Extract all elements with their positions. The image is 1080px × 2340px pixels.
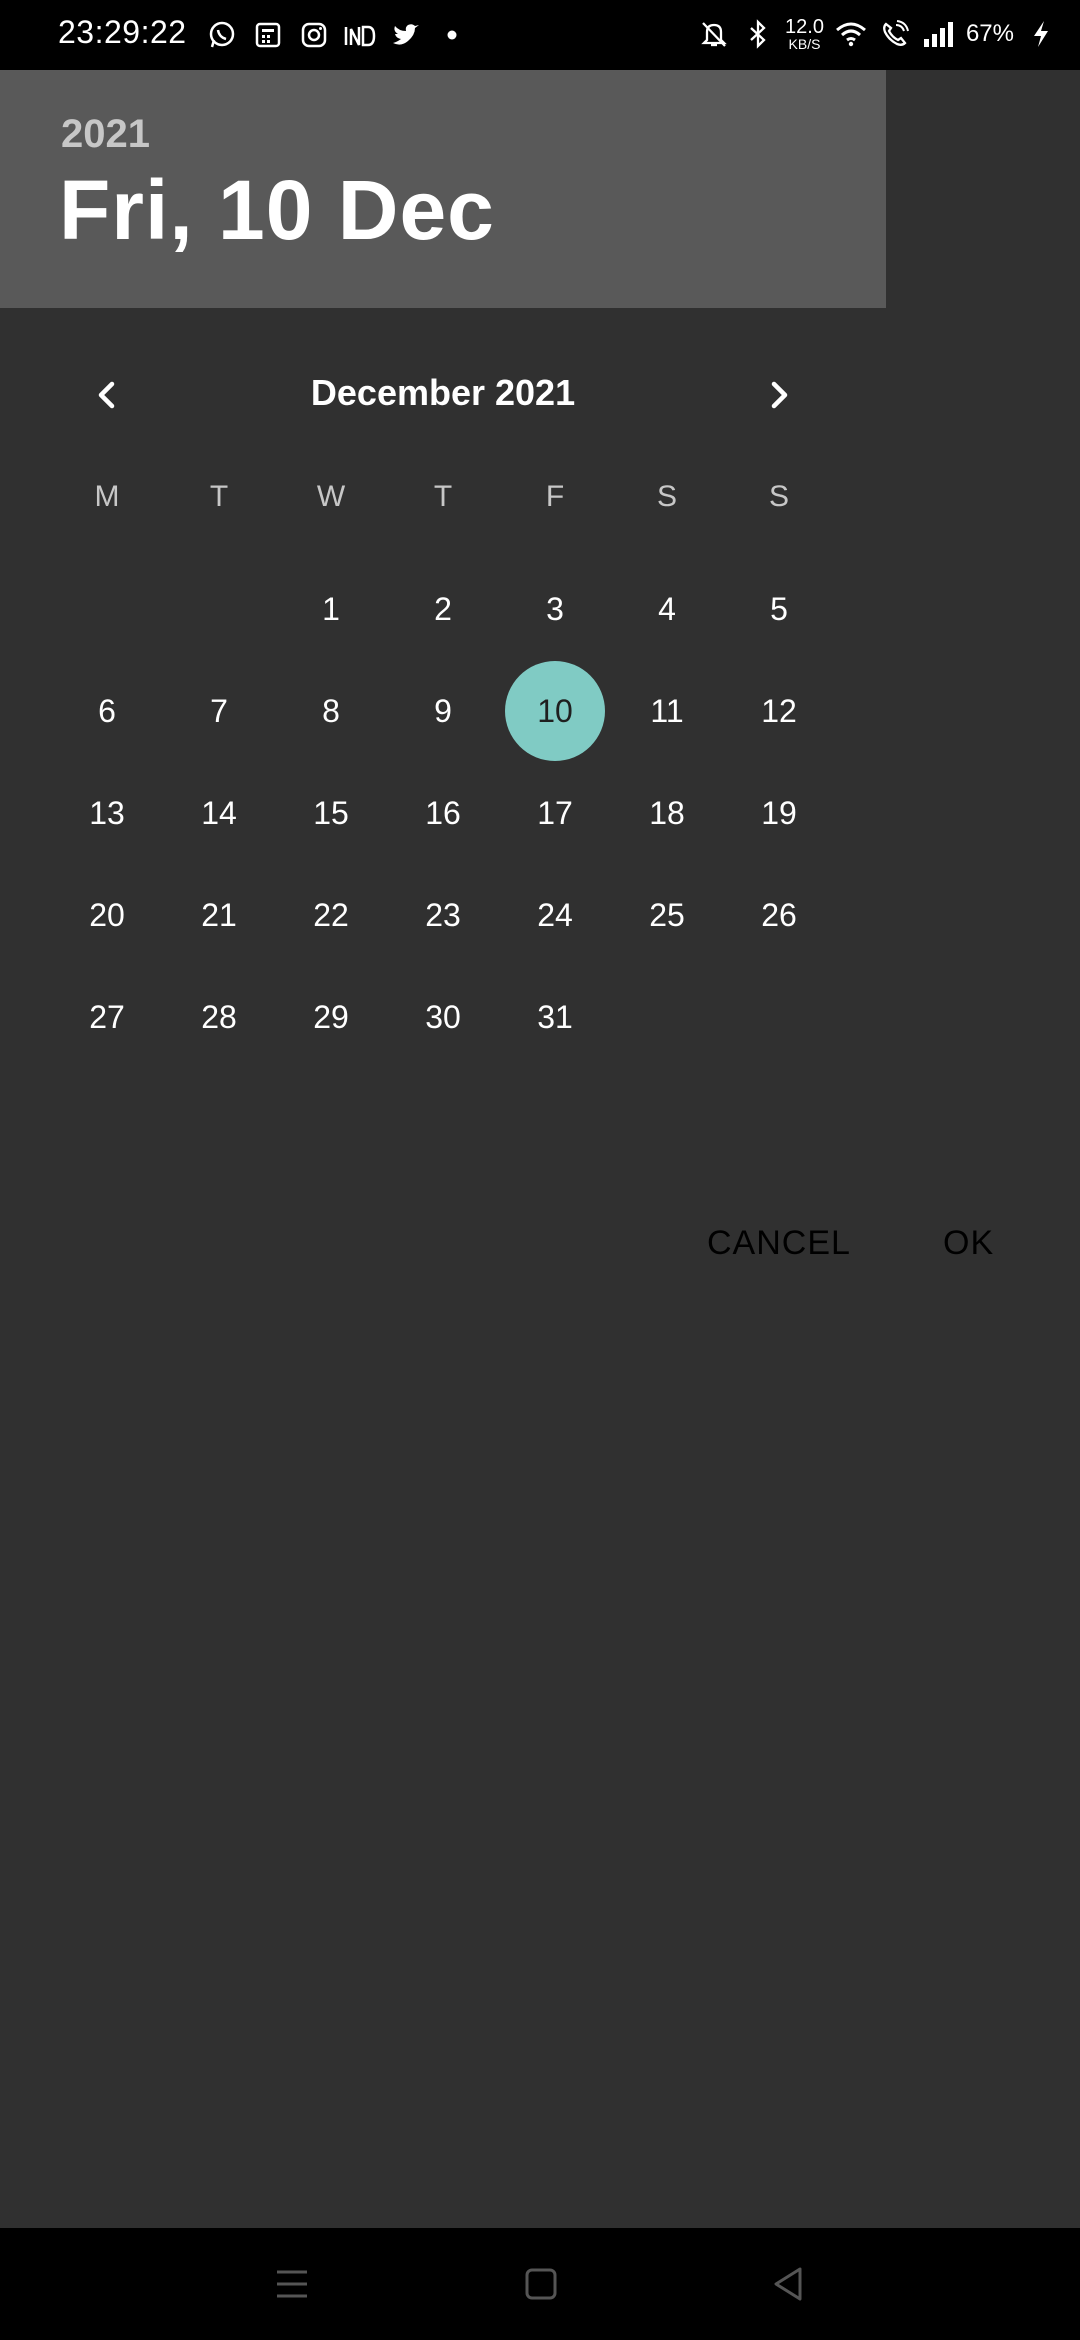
calendar-day[interactable]: 12 bbox=[729, 661, 829, 761]
dialog-actions: CANCEL OK bbox=[0, 1210, 1080, 1290]
bluetooth-icon bbox=[741, 17, 775, 51]
calendar-day[interactable]: 28 bbox=[169, 967, 269, 1067]
calculator-icon bbox=[251, 18, 285, 52]
twitter-icon bbox=[389, 18, 423, 52]
network-speed-unit: KB/S bbox=[788, 36, 821, 52]
weekday-label: T bbox=[209, 480, 229, 513]
calendar-day[interactable]: 1 bbox=[281, 559, 381, 659]
instagram-icon bbox=[297, 18, 331, 52]
cancel-button[interactable]: CANCEL bbox=[707, 1224, 851, 1263]
calendar-day[interactable]: 9 bbox=[393, 661, 493, 761]
ok-button[interactable]: OK bbox=[943, 1224, 994, 1263]
weekday-label: M bbox=[94, 480, 120, 513]
calendar-day[interactable]: 22 bbox=[281, 865, 381, 965]
month-navigation: December 2021 bbox=[0, 340, 886, 450]
home-button[interactable] bbox=[511, 2254, 571, 2314]
calendar-day[interactable]: 16 bbox=[393, 763, 493, 863]
next-month-button[interactable] bbox=[744, 360, 814, 430]
signal-icon bbox=[922, 17, 956, 51]
calendar-day[interactable]: 4 bbox=[617, 559, 717, 659]
calendar-day[interactable]: 25 bbox=[617, 865, 717, 965]
calendar-day[interactable]: 8 bbox=[281, 661, 381, 761]
calendar-day[interactable]: 27 bbox=[57, 967, 157, 1067]
calendar-day[interactable]: 14 bbox=[169, 763, 269, 863]
weekday-label: F bbox=[545, 480, 565, 513]
calendar-day[interactable]: 2 bbox=[393, 559, 493, 659]
calendar-day[interactable]: 23 bbox=[393, 865, 493, 965]
mute-icon bbox=[697, 17, 731, 51]
calendar-day[interactable]: 7 bbox=[169, 661, 269, 761]
navigation-bar bbox=[0, 2228, 1080, 2340]
calendar-day[interactable]: 5 bbox=[729, 559, 829, 659]
date-picker-header: 2021 Fri, 10 Dec bbox=[0, 70, 886, 308]
calendar-day[interactable]: 31 bbox=[505, 967, 605, 1067]
calendar-day[interactable]: 29 bbox=[281, 967, 381, 1067]
selected-year[interactable]: 2021 bbox=[61, 112, 150, 157]
system-icons: 12.0 KB/S 67% bbox=[697, 12, 1058, 56]
weekday-label: S bbox=[768, 480, 789, 513]
calendar-day[interactable]: 26 bbox=[729, 865, 829, 965]
calendar-day[interactable]: 6 bbox=[57, 661, 157, 761]
notification-icons bbox=[205, 16, 469, 54]
status-bar: 23:29:22 12.0 KB/S 67% bbox=[0, 0, 1080, 70]
weekday-header: M T W T F S S bbox=[0, 480, 886, 544]
recent-apps-button[interactable] bbox=[262, 2254, 322, 2314]
calendar-day[interactable]: 20 bbox=[57, 865, 157, 965]
calendar-day[interactable]: 24 bbox=[505, 865, 605, 965]
charging-icon bbox=[1024, 17, 1058, 51]
calendar-day[interactable]: 15 bbox=[281, 763, 381, 863]
calendar-day[interactable]: 3 bbox=[505, 559, 605, 659]
wifi-call-icon bbox=[878, 17, 912, 51]
calendar-day[interactable]: 18 bbox=[617, 763, 717, 863]
menu-icon bbox=[277, 2270, 307, 2298]
calendar-day[interactable]: 13 bbox=[57, 763, 157, 863]
weekday-label: T bbox=[433, 480, 453, 513]
battery-percent: 67% bbox=[965, 20, 1014, 47]
calendar-day[interactable]: 17 bbox=[505, 763, 605, 863]
selected-day[interactable]: 10 bbox=[505, 661, 605, 761]
home-icon bbox=[525, 2268, 557, 2300]
calendar-day[interactable]: 19 bbox=[729, 763, 829, 863]
calendar-day[interactable]: 11 bbox=[617, 661, 717, 761]
chevron-right-icon bbox=[771, 381, 788, 409]
wifi-icon bbox=[834, 17, 868, 51]
weekday-label: S bbox=[656, 480, 677, 513]
status-time: 23:29:22 bbox=[58, 14, 187, 50]
back-icon bbox=[774, 2267, 802, 2301]
network-speed-value: 12.0 bbox=[785, 16, 824, 38]
selected-date[interactable]: Fri, 10 Dec bbox=[59, 162, 495, 259]
back-button[interactable] bbox=[758, 2254, 818, 2314]
calendar-day[interactable]: 21 bbox=[169, 865, 269, 965]
network-speed: 12.0 KB/S bbox=[785, 17, 824, 51]
dot-icon bbox=[435, 18, 469, 52]
weekday-label: W bbox=[316, 480, 346, 513]
calendar-day[interactable]: 30 bbox=[393, 967, 493, 1067]
whatsapp-icon bbox=[205, 18, 239, 52]
ind-icon bbox=[343, 18, 377, 52]
